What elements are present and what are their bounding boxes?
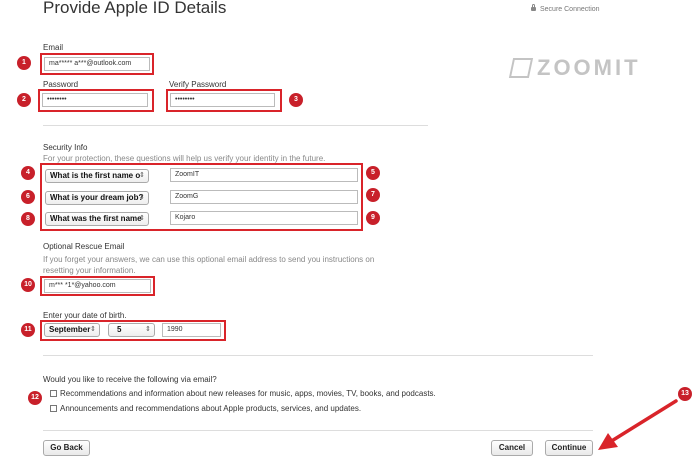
password-field[interactable]: •••••••• xyxy=(42,93,148,107)
chevron-updown-icon: ⇕ xyxy=(139,194,145,201)
verify-password-field[interactable]: •••••••• xyxy=(170,93,275,107)
zoomit-watermark: ZOOMIT xyxy=(508,55,641,81)
newsletter-option-2-label: Announcements and recommendations about … xyxy=(60,404,362,413)
secure-connection: Secure Connection xyxy=(531,4,600,13)
birth-year-field[interactable]: 1990 xyxy=(162,323,221,337)
birth-month-select[interactable]: September ⇕ xyxy=(44,323,100,337)
zoomit-logo-icon xyxy=(508,58,534,78)
newsletter-heading: Would you like to receive the following … xyxy=(43,375,217,384)
annotation-9: 9 xyxy=(366,211,380,225)
go-back-button[interactable]: Go Back xyxy=(43,440,90,456)
email-field[interactable]: ma***** a***@outlook.com xyxy=(44,57,150,71)
annotation-10: 10 xyxy=(21,278,35,292)
newsletter-option-2-checkbox[interactable] xyxy=(50,405,57,412)
secure-connection-label: Secure Connection xyxy=(540,6,600,13)
security-question-3-select[interactable]: What was the first name ⇕ xyxy=(45,212,149,226)
chevron-updown-icon: ⇕ xyxy=(139,172,145,179)
chevron-updown-icon: ⇕ xyxy=(90,326,96,333)
birth-month-value: September xyxy=(49,325,91,334)
annotation-5: 5 xyxy=(366,166,380,180)
arrow-head xyxy=(598,433,618,450)
security-question-3-label: What was the first name xyxy=(50,214,142,223)
chevron-updown-icon: ⇕ xyxy=(139,215,145,222)
annotation-11: 11 xyxy=(21,323,35,337)
arrow-shaft xyxy=(608,399,678,444)
security-question-2-select[interactable]: What is your dream job? ⇕ xyxy=(45,191,149,205)
annotation-4: 4 xyxy=(21,166,35,180)
security-answer-2-field[interactable]: ZoomG xyxy=(170,190,358,204)
password-label: Password xyxy=(43,80,79,89)
divider xyxy=(43,125,428,126)
birth-date-label: Enter your date of birth. xyxy=(43,311,127,320)
security-answer-3-field[interactable]: Kojaro xyxy=(170,211,358,225)
page-title: Provide Apple ID Details xyxy=(43,0,227,17)
divider xyxy=(43,430,593,431)
lock-icon xyxy=(531,4,536,11)
security-question-1-select[interactable]: What is the first name o ⇕ xyxy=(45,169,149,183)
security-answer-1-field[interactable]: ZoomIT xyxy=(170,168,358,182)
annotation-arrow xyxy=(598,399,678,450)
verify-password-label: Verify Password xyxy=(169,80,227,89)
annotation-13: 13 xyxy=(678,387,692,401)
birth-day-select[interactable]: 5 ⇕ xyxy=(108,323,155,337)
newsletter-option-1-label: Recommendations and information about ne… xyxy=(60,389,436,398)
rescue-email-help: If you forget your answers, we can use t… xyxy=(43,255,375,275)
cancel-button[interactable]: Cancel xyxy=(491,440,533,456)
annotation-2: 2 xyxy=(17,93,31,107)
newsletter-option-1-checkbox[interactable] xyxy=(50,390,57,397)
security-question-2-label: What is your dream job? xyxy=(50,193,144,202)
chevron-updown-icon: ⇕ xyxy=(145,326,151,333)
security-question-1-label: What is the first name o xyxy=(50,171,141,180)
divider xyxy=(43,355,593,356)
rescue-email-heading: Optional Rescue Email xyxy=(43,242,125,251)
security-info-heading: Security Info xyxy=(43,143,88,152)
rescue-email-field[interactable]: m*** *1*@yahoo.com xyxy=(44,279,151,293)
birth-day-value: 5 xyxy=(117,325,122,334)
annotation-1: 1 xyxy=(17,56,31,70)
annotation-8: 8 xyxy=(21,212,35,226)
annotation-7: 7 xyxy=(366,188,380,202)
annotation-6: 6 xyxy=(21,190,35,204)
annotation-3: 3 xyxy=(289,93,303,107)
annotation-12: 12 xyxy=(28,391,42,405)
watermark-text: ZOOMIT xyxy=(537,55,641,80)
email-label: Email xyxy=(43,43,64,52)
